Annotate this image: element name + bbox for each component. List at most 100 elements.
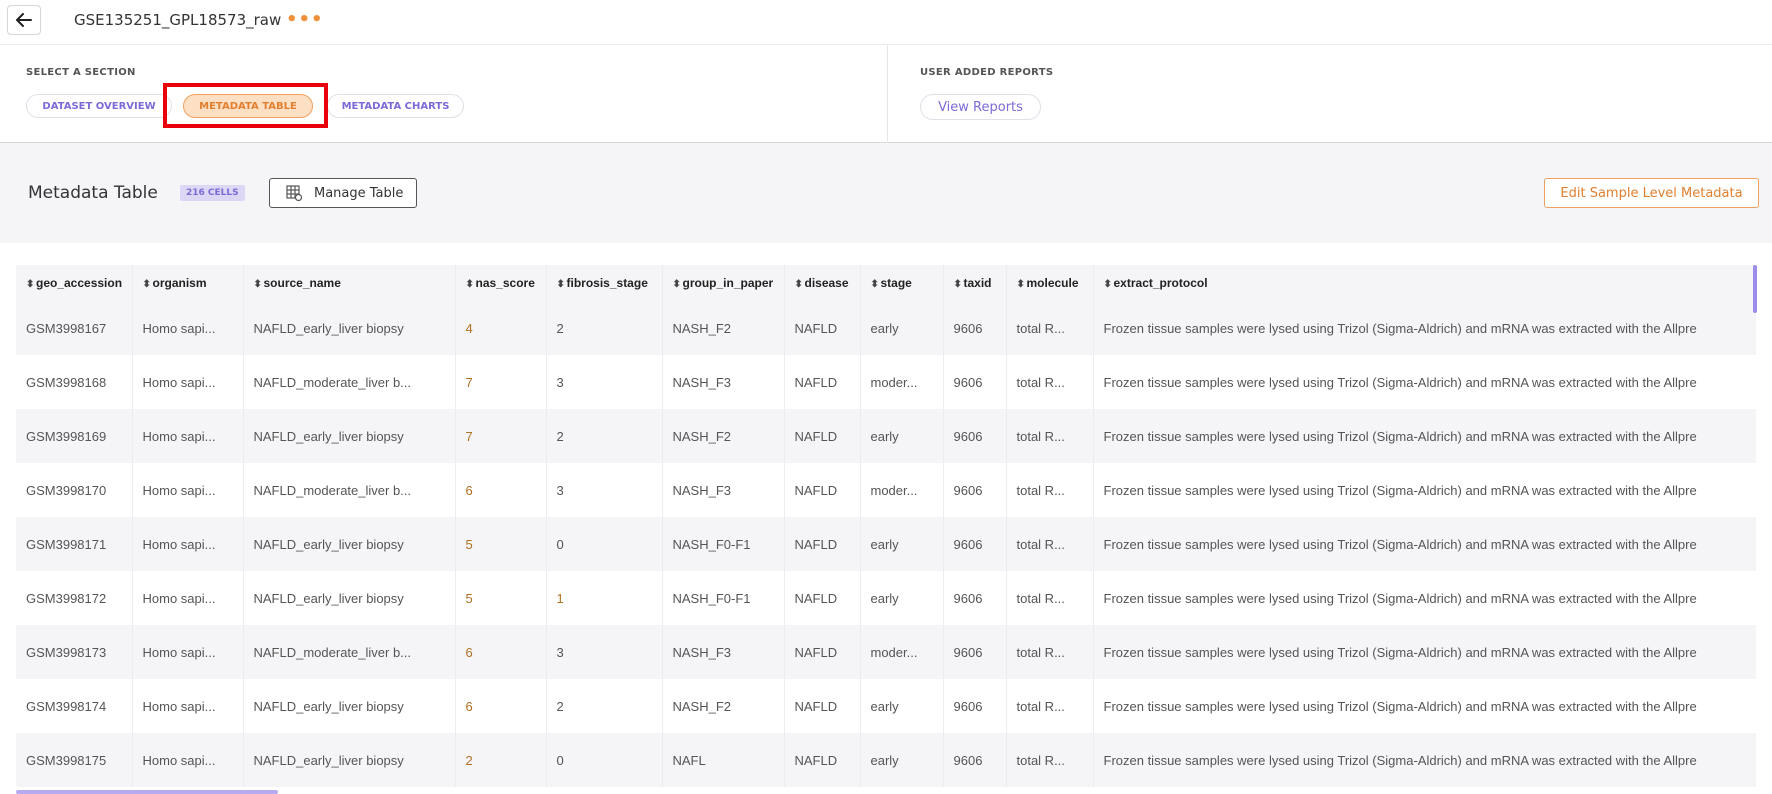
tab-metadata-charts[interactable]: METADATA CHARTS (327, 94, 464, 118)
column-header-organism[interactable]: ⬍ organism (132, 265, 244, 301)
table-cell-extract-protocol[interactable]: Frozen tissue samples were lysed using T… (1093, 355, 1756, 409)
table-cell-disease[interactable]: NAFLD (784, 355, 861, 409)
table-cell-group-in-paper[interactable]: NASH_F0-F1 (662, 517, 785, 571)
table-cell-extract-protocol[interactable]: Frozen tissue samples were lysed using T… (1093, 625, 1756, 679)
sort-icon[interactable]: ⬍ (143, 279, 151, 290)
edit-sample-metadata-button[interactable]: Edit Sample Level Metadata (1544, 178, 1759, 208)
table-cell-extract-protocol[interactable]: Frozen tissue samples were lysed using T… (1093, 301, 1756, 355)
table-cell-molecule[interactable]: total R... (1006, 679, 1094, 733)
table-cell-molecule[interactable]: total R... (1006, 409, 1094, 463)
table-cell-stage[interactable]: early (860, 409, 944, 463)
column-header-source-name[interactable]: ⬍ source_name (243, 265, 456, 301)
table-cell-nas-score[interactable]: 7 (455, 355, 547, 409)
table-cell-group-in-paper[interactable]: NASH_F3 (662, 463, 785, 517)
table-cell-geo-accession[interactable]: GSM3998172 (16, 571, 133, 625)
sort-icon[interactable]: ⬍ (795, 279, 803, 290)
table-cell-source-name[interactable]: NAFLD_moderate_liver b... (243, 463, 456, 517)
table-cell-molecule[interactable]: total R... (1006, 733, 1094, 787)
table-cell-nas-score[interactable]: 7 (455, 409, 547, 463)
table-cell-organism[interactable]: Homo sapi... (132, 409, 244, 463)
table-cell-disease[interactable]: NAFLD (784, 517, 861, 571)
more-horizontal-icon[interactable]: ••• (286, 9, 324, 30)
table-cell-group-in-paper[interactable]: NASH_F3 (662, 355, 785, 409)
table-cell-group-in-paper[interactable]: NASH_F2 (662, 409, 785, 463)
column-header-stage[interactable]: ⬍ stage (860, 265, 944, 301)
table-cell-taxid[interactable]: 9606 (943, 409, 1007, 463)
table-cell-group-in-paper[interactable]: NASH_F3 (662, 625, 785, 679)
column-header-disease[interactable]: ⬍ disease (784, 265, 861, 301)
table-cell-organism[interactable]: Homo sapi... (132, 679, 244, 733)
table-cell-nas-score[interactable]: 6 (455, 463, 547, 517)
table-cell-organism[interactable]: Homo sapi... (132, 355, 244, 409)
table-cell-molecule[interactable]: total R... (1006, 355, 1094, 409)
sort-icon[interactable]: ⬍ (1017, 279, 1025, 290)
table-cell-taxid[interactable]: 9606 (943, 733, 1007, 787)
metadata-table[interactable]: ⬍ geo_accession ⬍ organism ⬍ source_name ⬍ nas_… (16, 265, 1756, 794)
table-cell-group-in-paper[interactable]: NASH_F0-F1 (662, 571, 785, 625)
table-cell-taxid[interactable]: 9606 (943, 517, 1007, 571)
sort-icon[interactable]: ⬍ (557, 279, 565, 290)
back-button[interactable] (7, 5, 41, 35)
table-cell-group-in-paper[interactable]: NASH_F2 (662, 301, 785, 355)
table-cell-disease[interactable]: NAFLD (784, 733, 861, 787)
sort-icon[interactable]: ⬍ (1104, 279, 1112, 290)
table-cell-disease[interactable]: NAFLD (784, 679, 861, 733)
table-cell-geo-accession[interactable]: GSM3998169 (16, 409, 133, 463)
table-cell-source-name[interactable]: NAFLD_early_liver biopsy (243, 679, 456, 733)
table-cell-group-in-paper[interactable]: NASH_F2 (662, 679, 785, 733)
table-cell-nas-score[interactable]: 6 (455, 625, 547, 679)
column-header-taxid[interactable]: ⬍ taxid (943, 265, 1007, 301)
table-cell-stage[interactable]: moder... (860, 625, 944, 679)
table-cell-fibrosis-stage[interactable]: 2 (546, 409, 663, 463)
sort-icon[interactable]: ⬍ (26, 279, 34, 290)
table-cell-source-name[interactable]: NAFLD_early_liver biopsy (243, 301, 456, 355)
column-header-geo-accession[interactable]: ⬍ geo_accession (16, 265, 133, 301)
table-cell-disease[interactable]: NAFLD (784, 409, 861, 463)
table-cell-disease[interactable]: NAFLD (784, 625, 861, 679)
table-cell-stage[interactable]: moder... (860, 463, 944, 517)
table-cell-stage[interactable]: early (860, 733, 944, 787)
table-row[interactable]: GSM3998170 Homo sapi... NAFLD_moderate_liv… (16, 463, 1756, 517)
table-cell-source-name[interactable]: NAFLD_early_liver biopsy (243, 409, 456, 463)
table-cell-molecule[interactable]: total R... (1006, 463, 1094, 517)
sort-icon[interactable]: ⬍ (466, 279, 474, 290)
table-cell-source-name[interactable]: NAFLD_early_liver biopsy (243, 517, 456, 571)
sort-icon[interactable]: ⬍ (673, 279, 681, 290)
table-cell-fibrosis-stage[interactable]: 3 (546, 625, 663, 679)
table-cell-stage[interactable]: early (860, 517, 944, 571)
table-cell-source-name[interactable]: NAFLD_early_liver biopsy (243, 571, 456, 625)
table-cell-molecule[interactable]: total R... (1006, 571, 1094, 625)
table-cell-taxid[interactable]: 9606 (943, 463, 1007, 517)
table-cell-geo-accession[interactable]: GSM3998167 (16, 301, 133, 355)
column-header-group-in-paper[interactable]: ⬍ group_in_paper (662, 265, 785, 301)
table-cell-geo-accession[interactable]: GSM3998174 (16, 679, 133, 733)
table-cell-disease[interactable]: NAFLD (784, 463, 861, 517)
table-row[interactable]: GSM3998172 Homo sapi... NAFLD_early_liver … (16, 571, 1756, 625)
sort-icon[interactable]: ⬍ (871, 279, 879, 290)
table-cell-extract-protocol[interactable]: Frozen tissue samples were lysed using T… (1093, 517, 1756, 571)
table-cell-extract-protocol[interactable]: Frozen tissue samples were lysed using T… (1093, 679, 1756, 733)
table-cell-organism[interactable]: Homo sapi... (132, 625, 244, 679)
table-cell-nas-score[interactable]: 2 (455, 733, 547, 787)
table-cell-geo-accession[interactable]: GSM3998171 (16, 517, 133, 571)
column-header-fibrosis-stage[interactable]: ⬍ fibrosis_stage (546, 265, 663, 301)
table-row[interactable]: GSM3998174 Homo sapi... NAFLD_early_liver … (16, 679, 1756, 733)
table-cell-organism[interactable]: Homo sapi... (132, 517, 244, 571)
table-cell-taxid[interactable]: 9606 (943, 355, 1007, 409)
tab-dataset-overview[interactable]: DATASET OVERVIEW (26, 94, 172, 118)
horizontal-scrollbar[interactable] (16, 790, 278, 794)
table-cell-extract-protocol[interactable]: Frozen tissue samples were lysed using T… (1093, 463, 1756, 517)
table-cell-fibrosis-stage[interactable]: 2 (546, 301, 663, 355)
table-cell-fibrosis-stage[interactable]: 3 (546, 355, 663, 409)
table-cell-source-name[interactable]: NAFLD_early_liver biopsy (243, 733, 456, 787)
table-cell-source-name[interactable]: NAFLD_moderate_liver b... (243, 355, 456, 409)
column-header-nas-score[interactable]: ⬍ nas_score (455, 265, 547, 301)
column-header-molecule[interactable]: ⬍ molecule (1006, 265, 1094, 301)
table-cell-geo-accession[interactable]: GSM3998170 (16, 463, 133, 517)
table-cell-geo-accession[interactable]: GSM3998173 (16, 625, 133, 679)
table-row[interactable]: GSM3998168 Homo sapi... NAFLD_moderate_liv… (16, 355, 1756, 409)
table-cell-fibrosis-stage[interactable]: 2 (546, 679, 663, 733)
table-cell-fibrosis-stage[interactable]: 0 (546, 517, 663, 571)
table-cell-nas-score[interactable]: 5 (455, 517, 547, 571)
table-cell-taxid[interactable]: 9606 (943, 679, 1007, 733)
